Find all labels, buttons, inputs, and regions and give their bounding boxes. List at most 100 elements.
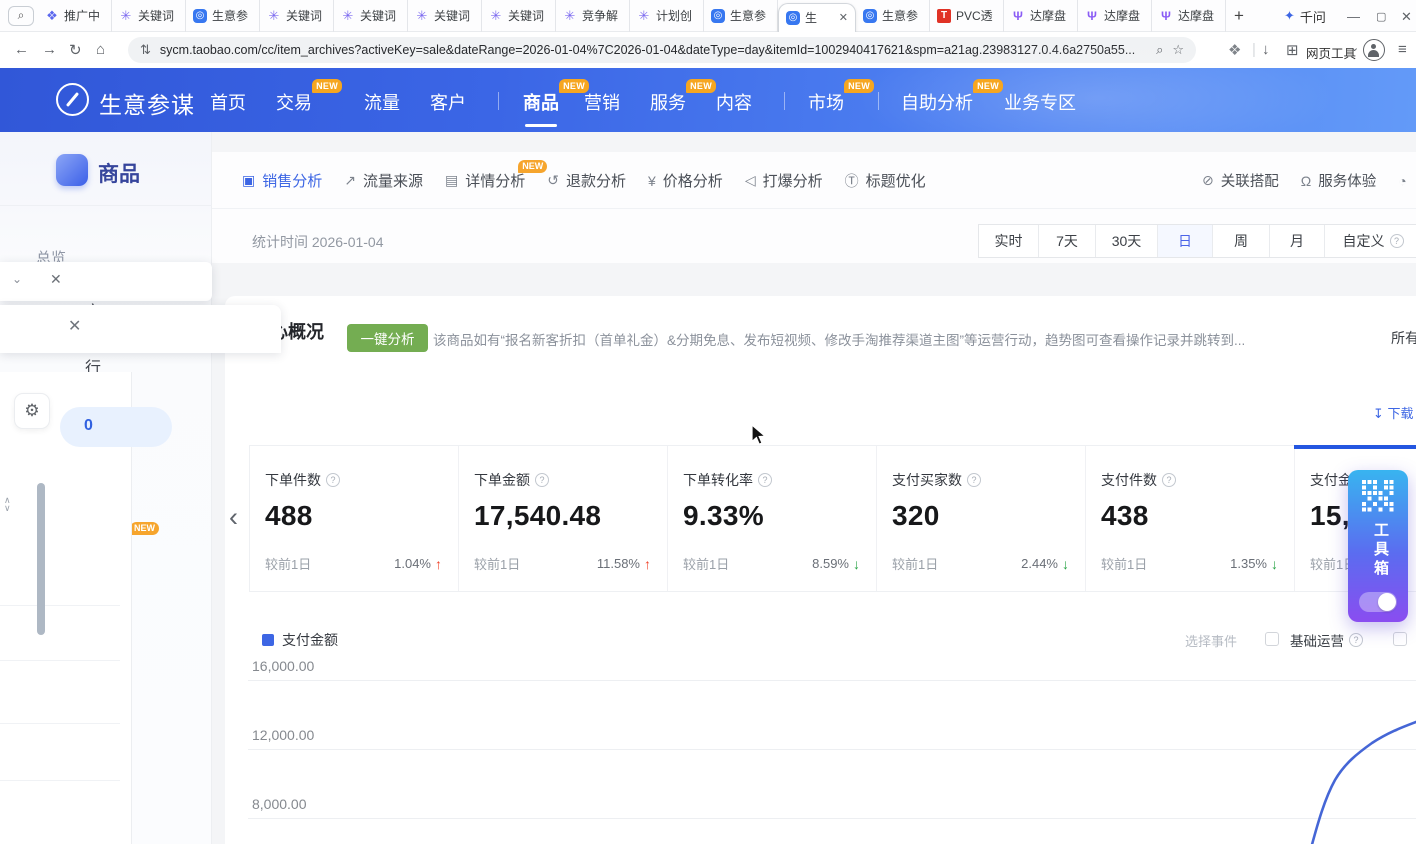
date-option-custom[interactable]: 自定义? bbox=[1325, 225, 1416, 257]
gear-icon[interactable]: ⚙ bbox=[14, 393, 50, 429]
section-description: 该商品如有“报名新客折扣（首单礼金）&分期免息、发布短视频、修改手淘推荐渠道主图… bbox=[433, 329, 1358, 349]
browser-tab[interactable]: ✳ 关键词 bbox=[112, 0, 186, 32]
clock-icon[interactable]: ◔ bbox=[1390, 169, 1414, 193]
date-option-day[interactable]: 日 bbox=[1158, 225, 1213, 257]
profile-avatar[interactable] bbox=[1363, 39, 1385, 61]
sidebar-active-item-pill[interactable]: 0 bbox=[60, 407, 172, 447]
nav-item-product[interactable]: 商品NEW bbox=[523, 89, 559, 115]
date-option-week[interactable]: 周 bbox=[1213, 225, 1270, 257]
tab-label: 生意参 bbox=[882, 7, 922, 24]
tab-price-analysis[interactable]: ¥ 价格分析 bbox=[640, 166, 731, 195]
toolbox-widget[interactable]: 工具箱 bbox=[1348, 470, 1408, 622]
floating-window: ✕ bbox=[0, 305, 281, 353]
forward-icon[interactable]: → bbox=[42, 41, 57, 58]
browser-tab[interactable]: ◎ 生意参 bbox=[186, 0, 260, 32]
nav-item-home[interactable]: 首页 bbox=[210, 89, 246, 115]
home-icon[interactable]: ⌂ bbox=[96, 41, 105, 58]
tab-refund-analysis[interactable]: ↺ 退款分析 bbox=[539, 166, 634, 195]
browser-tab[interactable]: ◎ 生意参 bbox=[856, 0, 930, 32]
browser-tab[interactable]: ✳ 计划创 bbox=[630, 0, 704, 32]
browser-tab-active[interactable]: ◎ 生 ✕ bbox=[778, 3, 856, 32]
carousel-prev-icon[interactable]: ‹ bbox=[229, 502, 238, 533]
browser-tab[interactable]: Ψ 达摩盘 bbox=[1004, 0, 1078, 32]
tab-boom-analysis[interactable]: ◁ 打爆分析 bbox=[737, 166, 831, 195]
metric-card-conversion[interactable]: 下单转化率? 9.33% 较前1日 8.59% ↓ bbox=[668, 446, 877, 591]
nav-item-traffic[interactable]: 流量 bbox=[364, 89, 400, 115]
metric-card-pay-buyers[interactable]: 支付买家数? 320 较前1日 2.44% ↓ bbox=[877, 446, 1086, 591]
close-icon[interactable]: ✕ bbox=[50, 271, 62, 288]
reload-icon[interactable]: ↻ bbox=[69, 41, 82, 59]
trend-up-icon: ↑ bbox=[435, 556, 442, 572]
toolbox-toggle[interactable] bbox=[1359, 592, 1397, 612]
help-icon[interactable]: ? bbox=[1390, 234, 1404, 248]
browser-tab[interactable]: ✳ 关键词 bbox=[334, 0, 408, 32]
chevron-down-icon[interactable]: ⌄ bbox=[1350, 41, 1359, 54]
nav-item-marketing[interactable]: 营销 bbox=[584, 89, 620, 115]
date-option-7d[interactable]: 7天 bbox=[1039, 225, 1096, 257]
browser-tab[interactable]: ✳ 竞争解 bbox=[556, 0, 630, 32]
tune-icon[interactable]: ⇅ bbox=[140, 42, 151, 58]
nav-item-customer[interactable]: 客户 bbox=[430, 89, 466, 115]
browser-tab[interactable]: T PVC透 bbox=[930, 0, 1004, 32]
new-tab-button[interactable]: + bbox=[1226, 3, 1252, 29]
terminal-filter-partial[interactable]: 所有 bbox=[1391, 328, 1416, 348]
tab-label: 关键词 bbox=[434, 7, 474, 24]
compass-icon: ◎ bbox=[863, 9, 877, 23]
trend-line-chart[interactable] bbox=[248, 626, 1416, 844]
browser-tab[interactable]: Ψ 达摩盘 bbox=[1152, 0, 1226, 32]
chevron-down-icon[interactable]: ⌄ bbox=[12, 272, 22, 286]
window-close-button[interactable]: ✕ bbox=[1401, 9, 1412, 25]
sidebar-title: 商品 bbox=[98, 158, 140, 188]
close-icon[interactable]: ✕ bbox=[68, 316, 81, 336]
tab-sales-analysis[interactable]: ▣ 销售分析 bbox=[234, 166, 330, 195]
sort-chevrons-icon[interactable]: ∧∨ bbox=[4, 496, 11, 512]
nav-item-service[interactable]: 服务NEW bbox=[650, 89, 686, 115]
metric-card-pay-items[interactable]: 支付件数? 438 较前1日 1.35% ↓ bbox=[1086, 446, 1295, 591]
one-click-analyze-button[interactable]: 一键分析 bbox=[347, 324, 428, 352]
nav-item-trade[interactable]: 交易NEW bbox=[276, 89, 312, 115]
download-link[interactable]: ↧ 下载 bbox=[1373, 403, 1414, 422]
nav-item-content[interactable]: 内容 bbox=[716, 89, 752, 115]
tab-search-icon[interactable]: ⌕ bbox=[8, 6, 34, 26]
tab-label: 计划创 bbox=[656, 7, 696, 24]
help-icon[interactable]: ? bbox=[326, 473, 340, 487]
window-maximize-button[interactable]: ▢ bbox=[1376, 10, 1386, 23]
tab-close-icon[interactable]: ✕ bbox=[839, 11, 848, 24]
help-icon[interactable]: ? bbox=[967, 473, 981, 487]
brand-name[interactable]: 生意参谋 bbox=[99, 86, 195, 120]
date-option-30d[interactable]: 30天 bbox=[1096, 225, 1158, 257]
nav-item-self-analysis[interactable]: 自助分析NEW bbox=[901, 89, 973, 115]
related-match-link[interactable]: ⊘ 关联搭配 bbox=[1194, 166, 1287, 195]
help-icon[interactable]: ? bbox=[1162, 473, 1176, 487]
browser-tab[interactable]: ✳ 关键词 bbox=[260, 0, 334, 32]
tab-title-optimize[interactable]: Ⓣ 标题优化 bbox=[837, 166, 934, 195]
compare-label: 较前1日 bbox=[892, 554, 938, 573]
compass-icon: ◎ bbox=[193, 9, 207, 23]
scrollbar-thumb[interactable] bbox=[37, 483, 45, 635]
service-experience-link[interactable]: Ω 服务体验 bbox=[1293, 166, 1384, 195]
browser-tab[interactable]: ◎ 生意参 bbox=[704, 0, 778, 32]
date-option-realtime[interactable]: 实时 bbox=[979, 225, 1039, 257]
help-icon[interactable]: ? bbox=[535, 473, 549, 487]
sycm-logo-icon[interactable] bbox=[56, 83, 89, 116]
back-icon[interactable]: ← bbox=[14, 41, 29, 58]
menu-icon[interactable]: ≡ bbox=[1398, 41, 1407, 58]
window-minimize-button[interactable]: — bbox=[1347, 9, 1360, 24]
trend-down-icon: ↓ bbox=[1271, 556, 1278, 572]
tab-traffic-source[interactable]: ↗ 流量来源 bbox=[336, 166, 431, 195]
metric-value: 17,540.48 bbox=[474, 500, 667, 532]
panel-divider bbox=[0, 723, 120, 724]
date-option-month[interactable]: 月 bbox=[1270, 225, 1325, 257]
qianwen-button[interactable]: ✦ 千问 bbox=[1284, 6, 1326, 26]
browser-tab[interactable]: ❖ 推广中 bbox=[38, 0, 112, 32]
metric-card-order-items[interactable]: 下单件数? 488 较前1日 1.04% ↑ bbox=[250, 446, 459, 591]
metric-card-order-amount[interactable]: 下单金额? 17,540.48 较前1日 11.58% ↑ bbox=[459, 446, 668, 591]
browser-tab[interactable]: ✳ 关键词 bbox=[408, 0, 482, 32]
nav-item-business-zone[interactable]: 业务专区 bbox=[1004, 89, 1076, 115]
help-icon[interactable]: ? bbox=[758, 473, 772, 487]
tab-label: 关键词 bbox=[508, 7, 548, 24]
browser-tab[interactable]: Ψ 达摩盘 bbox=[1078, 0, 1152, 32]
browser-tab[interactable]: ✳ 关键词 bbox=[482, 0, 556, 32]
nav-item-market[interactable]: 市场NEW bbox=[808, 89, 844, 115]
tab-detail-analysis[interactable]: ▤ 详情分析 NEW bbox=[437, 166, 533, 195]
